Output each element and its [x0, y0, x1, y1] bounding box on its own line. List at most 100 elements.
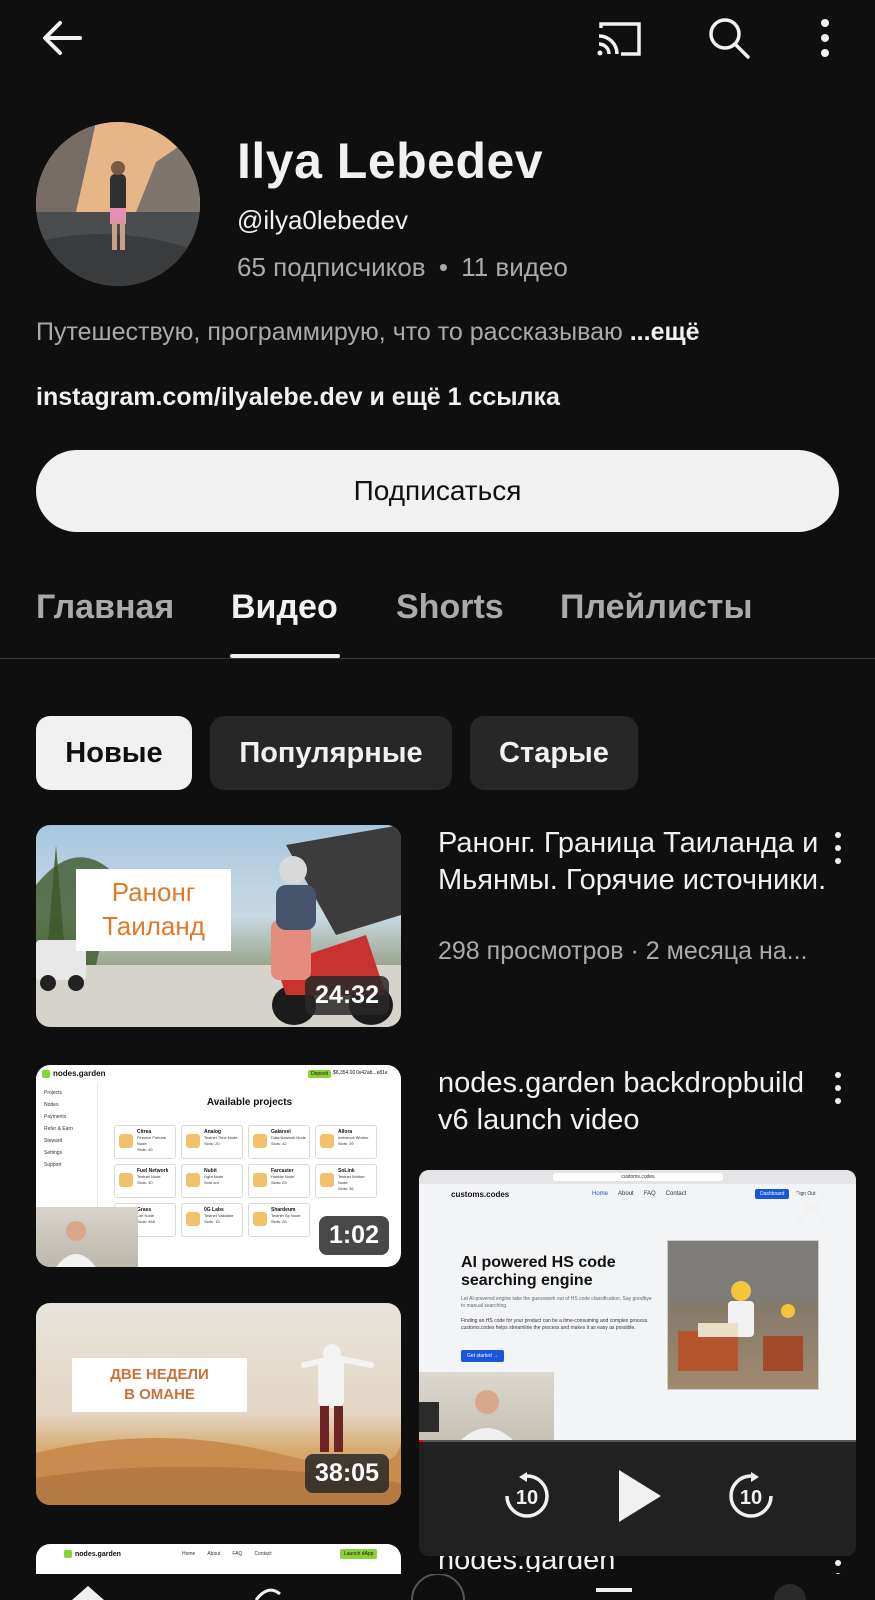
stats-separator: •	[438, 252, 448, 282]
site-brand: customs.codes	[451, 1190, 510, 1199]
chip-newest[interactable]: Новые	[36, 716, 192, 790]
site-headline: AI powered HS code searching engine	[461, 1254, 616, 1289]
channel-stats: 65 подписчиков • 11 видео	[237, 252, 568, 283]
play-button[interactable]	[615, 1468, 663, 1524]
thumbnail-brand: nodes.garden	[42, 1069, 105, 1078]
project-card: Galarsel Data Network Node Slots: 42	[248, 1125, 310, 1159]
channel-handle: @ilya0lebedev	[237, 205, 408, 235]
site-body: Finding an HS code for your product can …	[461, 1318, 649, 1331]
chip-oldest[interactable]: Старые	[470, 716, 638, 790]
video-count: 11 видео	[461, 252, 568, 282]
tab-videos[interactable]: Видео	[231, 588, 338, 627]
leaf-icon	[64, 1550, 72, 1558]
close-button[interactable]	[791, 1188, 831, 1228]
forward-seconds: 10	[740, 1487, 762, 1509]
channel-name: Ilya Lebedev	[237, 133, 544, 189]
thumbnail-caption-line-1: ДВЕ НЕДЕЛИ	[110, 1366, 209, 1383]
forward-10-icon: 10	[729, 1472, 773, 1518]
thumbnail-brand: nodes.garden	[64, 1550, 121, 1558]
thumbnail-menu-item: Steward	[44, 1138, 63, 1144]
search-icon	[709, 18, 750, 59]
video-title[interactable]: Ранонг. Граница Таиланда и Мьянмы. Горяч…	[438, 825, 838, 899]
project-card: SoLink Testnet Worker Node Slots: 36	[315, 1164, 377, 1198]
site-cta-button: Get started →	[461, 1350, 505, 1362]
play-icon	[619, 1470, 661, 1522]
presenter-webcam	[419, 1372, 554, 1442]
project-card: Analog Testnet Time Node Slots: 20	[181, 1125, 243, 1159]
video-meta: 298 просмотров · 2 месяца на...	[438, 937, 808, 965]
rewind-button[interactable]: 10	[501, 1470, 553, 1522]
thumbnail-nav: Home About FAQ Contact	[182, 1551, 272, 1557]
back-button[interactable]	[34, 10, 90, 66]
site-dashboard-button: Dashboard	[755, 1189, 790, 1199]
forward-button[interactable]: 10	[725, 1470, 777, 1522]
thumbnail-menu-item: Payments	[44, 1114, 67, 1120]
thumbnail-deposit-badge: Deposit	[308, 1070, 331, 1078]
bottom-navigation	[0, 1574, 875, 1600]
site-nav: Home About FAQ Contact	[592, 1191, 687, 1197]
channel-links[interactable]: instagram.com/ilyalebe.dev и ещё 1 ссылк…	[36, 383, 560, 412]
tab-home[interactable]: Главная	[36, 588, 174, 627]
cast-button[interactable]	[591, 10, 647, 66]
mini-player-controls: 10 10	[419, 1442, 856, 1556]
video-duration: 1:02	[318, 1216, 389, 1255]
thumbnail-menu-item: Nodes	[44, 1102, 59, 1108]
video-menu-button[interactable]	[826, 1068, 850, 1108]
thumbnail-caption: ДВЕ НЕДЕЛИ В ОМАНЕ	[72, 1358, 247, 1412]
project-card: Fuel Network Testnet Node Slots: 30	[114, 1164, 176, 1198]
description-text: Путешествую, программирую, что то расска…	[36, 318, 623, 346]
video-duration: 38:05	[305, 1454, 389, 1493]
thumbnail-menu-item: Refer & Earn	[44, 1126, 73, 1132]
project-card: Shardeum Testnet Sp Node Slots: 26	[248, 1203, 310, 1237]
thumbnail-menu-item: Projects	[44, 1090, 63, 1096]
lego-scene-image	[668, 1241, 818, 1371]
video-thumbnail[interactable]: Ранонг Таиланд 24:32	[36, 825, 401, 1027]
project-card: Citrea Finance Fortune Node Slots: 45	[114, 1125, 176, 1159]
mini-player[interactable]: customs.codes customs.codes Home About FAQ…	[419, 1170, 856, 1556]
thumbnail-caption-line-2: Таиланд	[102, 911, 205, 941]
presenter-figure	[56, 1221, 96, 1267]
home-icon[interactable]	[68, 1574, 108, 1600]
rewind-seconds: 10	[516, 1487, 538, 1509]
subscriber-count: 65 подписчиков	[237, 252, 426, 282]
thumbnail-launch-button: Launch dApp	[340, 1549, 378, 1559]
search-button[interactable]	[701, 10, 757, 66]
avatar-photo	[36, 122, 200, 286]
more-link[interactable]: ...ещё	[630, 318, 700, 346]
thumbnail-balance: $6,354.00	[333, 1070, 356, 1076]
video-thumbnail[interactable]: ДВЕ НЕДЕЛИ В ОМАНЕ 38:05	[36, 1303, 401, 1505]
project-card: Allora Inference Worker Slots: 39	[315, 1125, 377, 1159]
chip-popular[interactable]: Популярные	[210, 716, 452, 790]
thumbnail-wallet: 0x42ab...e81e	[356, 1070, 388, 1076]
project-card: 0G Labs Testnet Validator Slots: 15	[181, 1203, 243, 1237]
thumbnail-heading: Available projects	[206, 1097, 293, 1108]
thumbnail-menu-item: Support	[44, 1162, 62, 1168]
site-subtext: Let AI-powered engine take the guesswork…	[461, 1296, 652, 1309]
more-vert-icon	[821, 19, 829, 57]
leaf-icon	[42, 1069, 50, 1078]
project-card: Nubit Light Node Sold out	[181, 1164, 243, 1198]
thumbnail-caption-line-1: Ранонг	[111, 877, 196, 907]
subscriptions-icon[interactable]	[594, 1574, 634, 1600]
tab-shorts[interactable]: Shorts	[396, 588, 504, 627]
video-title[interactable]: nodes.garden backdropbuild v6 launch vid…	[438, 1065, 838, 1157]
channel-avatar[interactable]	[36, 122, 200, 286]
video-duration: 24:32	[305, 976, 389, 1015]
rewind-10-icon: 10	[505, 1472, 549, 1518]
site-illustration	[667, 1240, 819, 1390]
shorts-icon[interactable]	[248, 1574, 288, 1600]
channel-description[interactable]: Путешествую, программирую, что то расска…	[36, 318, 699, 347]
mini-player-video[interactable]: customs.codes customs.codes Home About FAQ…	[419, 1170, 856, 1442]
profile-icon[interactable]	[770, 1574, 810, 1600]
close-icon	[795, 1192, 827, 1224]
tabs-divider	[0, 658, 875, 659]
video-menu-button[interactable]	[826, 828, 850, 868]
create-icon[interactable]	[408, 1574, 468, 1600]
presenter-figure	[419, 1390, 515, 1442]
subscribe-button[interactable]: Подписаться	[36, 450, 839, 532]
presenter-webcam	[36, 1207, 138, 1267]
tab-playlists[interactable]: Плейлисты	[560, 588, 753, 627]
video-thumbnail[interactable]: nodes.garden Deposit $6,354.00 0x42ab...…	[36, 1065, 401, 1267]
browser-url: customs.codes	[553, 1173, 723, 1181]
more-button[interactable]	[797, 10, 853, 66]
